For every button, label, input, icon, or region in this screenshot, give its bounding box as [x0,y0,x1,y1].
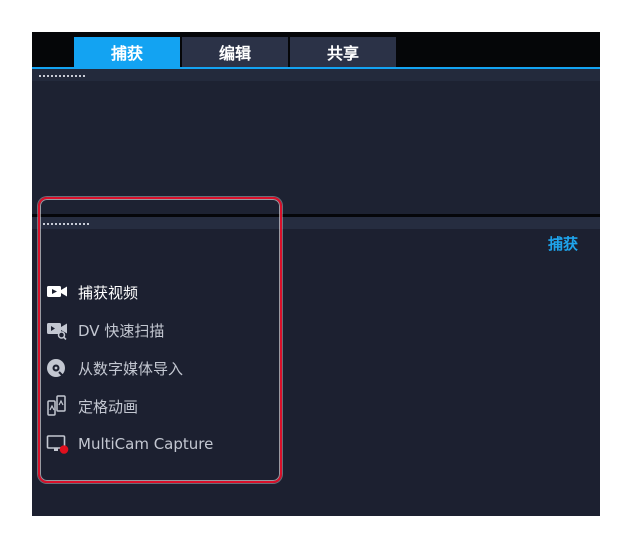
menu-item-label: DV 快速扫描 [78,321,165,340]
drag-handle[interactable] [39,75,87,77]
drag-handle[interactable] [43,223,91,225]
screen-record-icon [46,432,72,456]
panel-header-strip [32,217,600,229]
capture-panel: 捕获 捕获视频 DV 快速扫描 从数字媒体导入 定格动画 MultiCam Ca… [32,217,600,516]
video-camera-icon [46,280,72,304]
preview-panel [32,69,600,214]
panel-title: 捕获 [547,235,578,253]
tab-bar: 捕获 编辑 共享 [32,32,600,69]
stop-motion-icon [46,394,72,418]
menu-item-label: 从数字媒体导入 [78,359,184,378]
menu-item-label: 定格动画 [78,397,139,416]
panel-header-strip [32,69,600,81]
app-window: 捕获 编辑 共享 捕获 捕获视频 DV 快速扫描 从数字媒体导入 定格动画 Mu… [32,32,600,516]
menu-item-stop-motion[interactable]: 定格动画 [46,392,266,420]
tab-edit[interactable]: 编辑 [182,37,288,67]
tab-share[interactable]: 共享 [290,37,396,67]
dv-scan-icon [46,318,72,342]
menu-item-import-digital-media[interactable]: 从数字媒体导入 [46,354,266,382]
menu-item-capture-video[interactable]: 捕获视频 [46,278,266,306]
menu-item-label: MultiCam Capture [78,435,214,453]
menu-item-dv-scan[interactable]: DV 快速扫描 [46,316,266,344]
tab-capture[interactable]: 捕获 [74,37,180,67]
menu-item-multicam-capture[interactable]: MultiCam Capture [46,430,266,458]
disc-import-icon [46,356,72,380]
menu-item-label: 捕获视频 [78,283,139,302]
